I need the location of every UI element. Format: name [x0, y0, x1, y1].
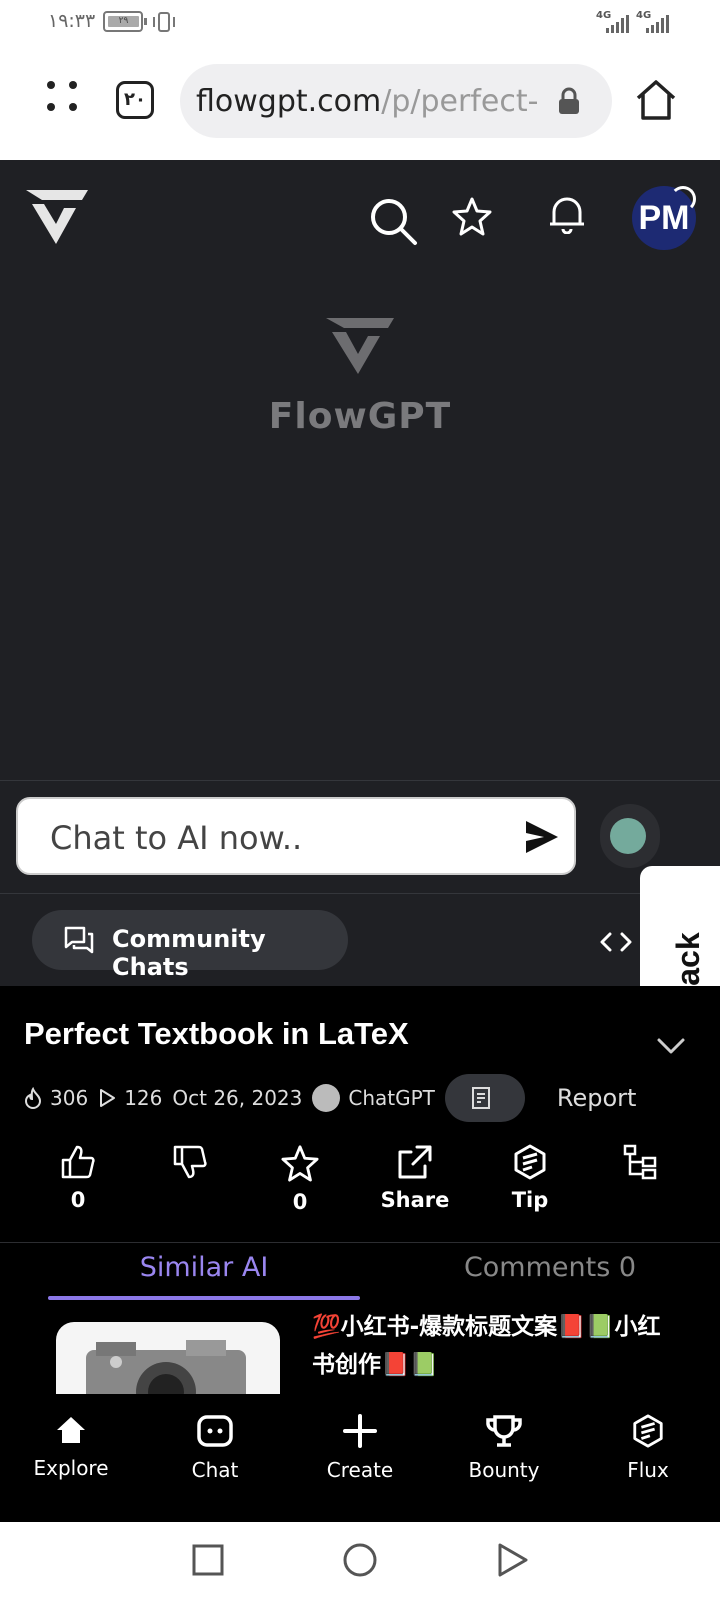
bottom-navigation: Explore Chat Create Bounty Flux	[0, 1394, 720, 1522]
plays-count: 126	[124, 1086, 163, 1110]
recent-apps-icon[interactable]	[190, 1542, 226, 1578]
battery-icon: ٢٩	[103, 11, 147, 32]
nav-flux-label: Flux	[627, 1458, 669, 1482]
prompt-title: Perfect Textbook in LaTeX	[24, 1016, 409, 1051]
thumbs-down-icon	[173, 1145, 207, 1179]
like-count: 0	[70, 1188, 86, 1212]
signal-icon	[606, 15, 629, 33]
flowgpt-logo-icon	[326, 318, 394, 374]
active-tab-indicator	[48, 1296, 360, 1300]
similar-card-thumbnail[interactable]	[56, 1322, 280, 1402]
tip-label: Tip	[511, 1188, 549, 1212]
author-avatar	[312, 1084, 341, 1112]
home-button-icon[interactable]	[342, 1542, 378, 1578]
document-icon	[471, 1087, 490, 1109]
signal-group-1: 4G	[596, 10, 632, 36]
chat-input[interactable]: Chat to AI now..	[16, 797, 576, 875]
chevron-down-icon[interactable]	[656, 1036, 686, 1056]
nav-chat[interactable]: Chat	[150, 1414, 280, 1482]
thumbs-up-icon	[61, 1145, 95, 1179]
prompt-meta: 306 126 Oct 26, 2023 ChatGPT Report	[24, 1074, 637, 1122]
sitemap-icon	[623, 1144, 657, 1180]
nav-create[interactable]: Create	[295, 1414, 425, 1482]
back-icon[interactable]	[494, 1542, 530, 1578]
flux-icon	[514, 1144, 546, 1180]
tab-comments[interactable]: Comments 0	[400, 1252, 700, 1292]
divider	[0, 893, 720, 894]
lock-icon[interactable]	[558, 87, 580, 115]
system-navigation	[0, 1522, 720, 1600]
home-icon[interactable]	[634, 78, 678, 122]
chat-bubbles-icon	[64, 926, 94, 954]
loading-ring-icon	[670, 186, 696, 212]
nav-chat-label: Chat	[191, 1458, 239, 1482]
url-text: flowgpt.com/p/perfect-	[196, 84, 540, 119]
dislike-button[interactable]	[140, 1144, 240, 1180]
tab-similar-ai[interactable]: Similar AI	[48, 1252, 360, 1292]
flux-icon	[633, 1414, 663, 1448]
star-icon[interactable]	[452, 196, 492, 236]
chat-icon	[197, 1415, 233, 1447]
like-button[interactable]: 0	[28, 1144, 128, 1212]
camera-image	[86, 1340, 246, 1402]
views-count: 306	[50, 1086, 89, 1110]
nav-bounty-label: Bounty	[468, 1458, 540, 1482]
document-button[interactable]	[444, 1074, 525, 1122]
play-icon	[100, 1089, 116, 1107]
prompt-details: Perfect Textbook in LaTeX 306 126 Oct 26…	[0, 986, 720, 1402]
chat-area: PM FlowGPT Chat to AI now.. Community Ch…	[0, 160, 720, 1132]
tree-view-button[interactable]	[590, 1144, 690, 1180]
browser-menu-icon[interactable]	[40, 74, 84, 118]
community-chats-button[interactable]: Community Chats	[32, 910, 348, 981]
signal-icon	[646, 15, 669, 33]
tip-button[interactable]: Tip	[480, 1144, 580, 1212]
report-button[interactable]: Report	[557, 1084, 637, 1112]
bell-icon[interactable]	[548, 194, 586, 234]
search-icon[interactable]	[368, 196, 418, 246]
share-button[interactable]: Share	[365, 1144, 465, 1212]
divider	[0, 780, 720, 781]
fire-icon	[24, 1087, 42, 1109]
plus-icon	[343, 1414, 377, 1448]
home-icon	[57, 1417, 85, 1443]
nav-explore[interactable]: Explore	[6, 1414, 136, 1480]
similar-card-title[interactable]: 💯小红书-爆款标题文案📕📗小红书创作📕📗	[312, 1308, 672, 1384]
flowgpt-logo-icon[interactable]	[24, 188, 90, 246]
favorite-button[interactable]: 0	[250, 1144, 350, 1214]
chat-placeholder: Chat to AI now..	[50, 819, 303, 857]
browser-toolbar: ٢٠ flowgpt.com/p/perfect-	[0, 44, 720, 160]
model-selector[interactable]	[600, 804, 660, 868]
divider	[0, 1242, 720, 1243]
favorite-count: 0	[292, 1190, 308, 1214]
nav-create-label: Create	[326, 1458, 394, 1482]
community-chats-label: Community Chats	[112, 925, 266, 981]
share-icon	[398, 1145, 432, 1179]
nav-explore-label: Explore	[33, 1456, 109, 1480]
brand-name: FlowGPT	[268, 396, 452, 437]
url-host: flowgpt.com	[196, 84, 382, 119]
chatgpt-icon	[610, 818, 646, 854]
vibrate-icon	[153, 12, 175, 32]
publish-date: Oct 26, 2023	[172, 1086, 303, 1110]
send-icon[interactable]	[524, 819, 560, 855]
signal-group-2: 4G	[636, 10, 672, 36]
status-bar: ١٩:٣٣ ٢٩ 4G 4G	[0, 0, 720, 44]
address-bar[interactable]: flowgpt.com/p/perfect-	[180, 64, 612, 138]
nav-flux[interactable]: Flux	[583, 1414, 713, 1482]
trophy-icon	[486, 1415, 522, 1447]
status-time: ١٩:٣٣	[48, 10, 96, 32]
share-label: Share	[380, 1188, 450, 1212]
model-name: ChatGPT	[348, 1086, 435, 1110]
action-row: 0 0 Share Tip	[0, 1144, 720, 1224]
star-icon	[281, 1145, 319, 1182]
url-path: /p/perfect-	[381, 84, 539, 119]
nav-bounty[interactable]: Bounty	[439, 1414, 569, 1482]
battery-level: ٢٩	[108, 16, 139, 27]
code-icon[interactable]	[600, 930, 632, 954]
tabs-button[interactable]: ٢٠	[116, 81, 154, 119]
